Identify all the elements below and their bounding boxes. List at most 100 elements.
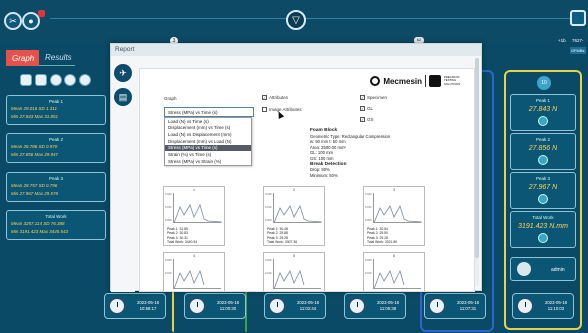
stat-line: Mean 3257.114 SD 76.388 <box>11 221 65 226</box>
excel-icon[interactable] <box>35 74 47 86</box>
result-value: 3191.423 N.mm <box>518 223 568 230</box>
timestamp-text: 2023-05-18 11:07:31 <box>457 300 479 311</box>
result-label: Peak 3 <box>535 176 550 181</box>
timestamp-text: 2023-05-18 11:05:38 <box>377 300 399 311</box>
graph-thumbnail[interactable]: 5 0.020 0.010 <box>263 252 325 291</box>
brand-tagline: PRECISION TESTING SOLUTIONS <box>444 75 461 86</box>
report-page: Mecmesin PRECISION TESTING SOLUTIONS Gra… <box>139 68 475 292</box>
timestamp-card[interactable]: 2023-05-18 11:00:30 <box>184 293 246 319</box>
right-info-3: GFMBs <box>570 47 586 54</box>
top-divider <box>50 18 578 19</box>
dropdown-option[interactable]: Displacement (mm) vs Load (N) <box>165 138 251 145</box>
dropdown-option[interactable]: Load (N) vs Time (s) <box>165 118 251 125</box>
graph-stats: Peak 1: 30.54 Peak 2: 29.50 Peak 3: 29.28 T… <box>367 227 398 245</box>
stat-line: Mean 29.016 SD 1.311 <box>11 106 57 111</box>
graph-plot <box>273 193 322 223</box>
timestamp-card[interactable]: 2023-05-18 10:58:17 <box>104 293 166 319</box>
avatar-icon <box>517 262 531 276</box>
specimen-info: Foam Block Geometric Type: Rectangular C… <box>310 128 391 178</box>
graph-stats: Peak 1: 30.48 Peak 2: 29.88 Peak 3: 29.28 T… <box>267 227 298 245</box>
gl-checkbox[interactable]: ✓ GL <box>360 106 373 111</box>
operator-name: admin <box>551 267 565 273</box>
scrollbar-thumb[interactable] <box>475 58 479 258</box>
clock-icon <box>189 298 205 314</box>
mecmesin-logo-icon <box>370 76 381 86</box>
tools-icon-button[interactable]: ✈ <box>114 64 132 82</box>
result-value: 27.856 N <box>528 145 558 152</box>
tools-button[interactable]: ✂ <box>4 12 22 30</box>
timestamp-text: 2023-05-18 11:00:30 <box>217 300 239 311</box>
result-value: 27.843 N <box>528 106 558 113</box>
specimen-number: 10 <box>537 76 551 90</box>
dropdown-option-selected[interactable]: Stress (MPa) vs Time (s) <box>165 144 251 152</box>
clock-icon <box>349 298 365 314</box>
graph-thumbnail[interactable]: 2 0.020 0.010 0.000 Peak 1: 30.48 Peak 2:… <box>263 186 325 246</box>
timestamp-card[interactable]: 2023-05-18 11:05:38 <box>344 293 406 319</box>
graph-label: Graph <box>164 96 177 101</box>
dropdown-option[interactable]: Displacement (mm) vs Time (s) <box>165 125 251 132</box>
timestamp-card[interactable]: 2023-05-18 11:10:03 <box>512 293 574 319</box>
timestamp-card[interactable]: 2023-05-18 11:02:44 <box>264 293 326 319</box>
result-card-peak1: Peak 1 27.843 N <box>510 94 576 131</box>
dialog-title: Report <box>111 44 481 56</box>
delete-icon[interactable] <box>64 74 76 86</box>
timestamp-card[interactable]: 2023-05-18 11:07:31 <box>424 293 486 319</box>
dropdown-option[interactable]: Strain (%) vs Time (s) <box>165 151 251 158</box>
result-card-peak3: Peak 3 27.967 N <box>510 172 576 209</box>
graph-type-dropdown[interactable]: Load (N) vs Time (s) Displacement (mm) v… <box>164 117 252 166</box>
stat-line: Min 27.843 Max 31.851 <box>11 114 59 119</box>
window-icon[interactable] <box>570 10 586 26</box>
dropdown-option[interactable]: Load (N) vs Displacement (mm) <box>165 131 251 138</box>
stat-line: Min 3191.423 Max 3445.543 <box>11 229 69 234</box>
dropdown-option[interactable]: Stress (MPa) vs Strain (%) <box>165 158 251 165</box>
status-dot-icon <box>538 155 548 165</box>
stat-line: Mean 28.786 SD 0.970 <box>11 144 58 149</box>
result-value: 27.967 N <box>528 184 558 191</box>
graph-thumbnail[interactable]: 1 0.020 0.010 0.000 Peak 1: 31.85 Peak 2:… <box>163 186 225 246</box>
graph-plot <box>373 193 422 223</box>
graph-type-select[interactable]: Stress (MPa) vs Time (s) <box>164 107 254 117</box>
attributes-checkbox[interactable]: ✓ Attributes <box>262 95 288 100</box>
gs-checkbox[interactable]: ✓ GS <box>360 117 374 122</box>
result-label: Peak 2 <box>535 137 550 142</box>
graph-plot <box>373 259 421 289</box>
status-dot-icon <box>538 194 548 204</box>
stat-line: Mean 28.757 SD 0.796 <box>11 183 58 188</box>
right-info-2: 7627- <box>572 38 584 43</box>
result-label: Peak 1 <box>535 98 550 103</box>
stat-line: Min 27.856 Max 29.947 <box>11 152 59 157</box>
result-label: Total Work <box>532 215 554 220</box>
image-attributes-checkbox[interactable]: Image Attributes <box>262 107 302 112</box>
graph-thumbnail[interactable]: 6 0.020 0.010 <box>363 252 425 291</box>
stat-card-peak2: Peak 2 Mean 28.786 SD 0.970 Min 27.856 M… <box>6 133 106 163</box>
timestamp-text: 2023-05-18 11:02:44 <box>297 300 319 311</box>
brand-logos: Mecmesin PRECISION TESTING SOLUTIONS <box>370 75 466 87</box>
result-card-total-work: Total Work 3191.423 N.mm <box>510 211 576 248</box>
stat-title: Peak 2 <box>48 137 63 142</box>
table-icon[interactable] <box>20 74 32 86</box>
status-dot-icon <box>538 116 548 126</box>
ppt-logo-icon <box>429 75 441 87</box>
stat-title: Peak 1 <box>48 99 63 104</box>
alert-badge <box>38 10 45 17</box>
tab-graph[interactable]: Graph <box>6 50 39 66</box>
clock-icon <box>269 298 285 314</box>
stat-title: Total Work <box>45 214 67 219</box>
clock-icon <box>517 298 533 314</box>
graph-thumbnail[interactable]: 4 0.020 0.010 <box>163 252 225 291</box>
clock-icon <box>109 298 125 314</box>
graph-stats: Peak 1: 31.85 Peak 2: 30.83 Peak 3: 30.31 T… <box>167 227 198 245</box>
export-icon[interactable] <box>50 74 62 86</box>
result-card-peak2: Peak 2 27.856 N <box>510 133 576 170</box>
dialog-sidebar: ✈ ▤ <box>111 56 135 292</box>
stat-card-total-work: Total Work Mean 3257.114 SD 76.388 Min 3… <box>6 210 106 240</box>
tab-results[interactable]: Results <box>39 50 75 66</box>
stat-card-peak1: Peak 1 Mean 29.016 SD 1.311 Min 27.843 M… <box>6 95 106 125</box>
right-info-1: +1b <box>558 38 566 43</box>
print-icon-button[interactable]: ▤ <box>114 88 132 106</box>
home-icon[interactable] <box>79 74 91 86</box>
specimen-checkbox[interactable]: ✓ Specimen <box>360 95 387 100</box>
app-logo-icon[interactable]: ▽ <box>286 10 306 30</box>
graph-thumbnail[interactable]: 3 0.020 0.010 0.000 Peak 1: 30.54 Peak 2:… <box>363 186 425 246</box>
graph-plot <box>173 259 221 289</box>
